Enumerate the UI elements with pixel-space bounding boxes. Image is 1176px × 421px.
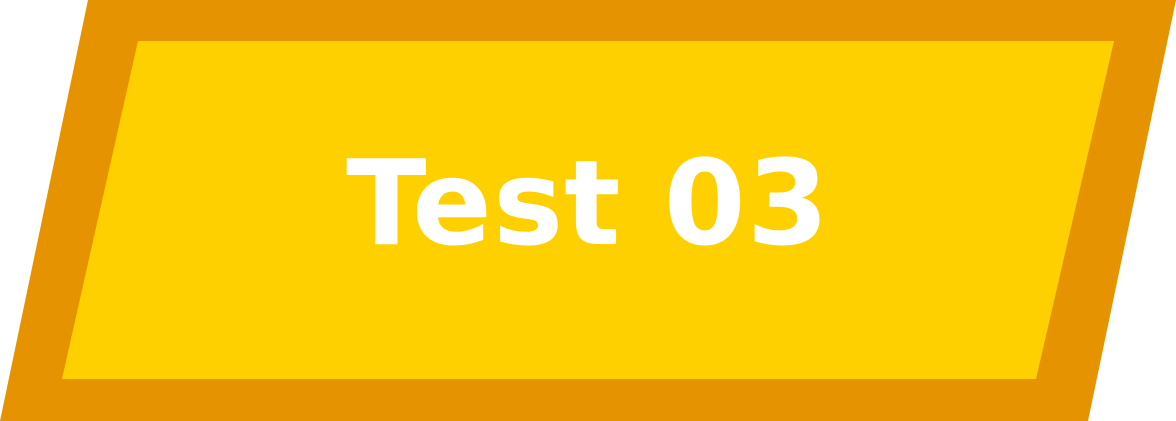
button-label: Test 03: [346, 133, 830, 272]
parallelogram-button[interactable]: Test 03: [0, 0, 1176, 421]
